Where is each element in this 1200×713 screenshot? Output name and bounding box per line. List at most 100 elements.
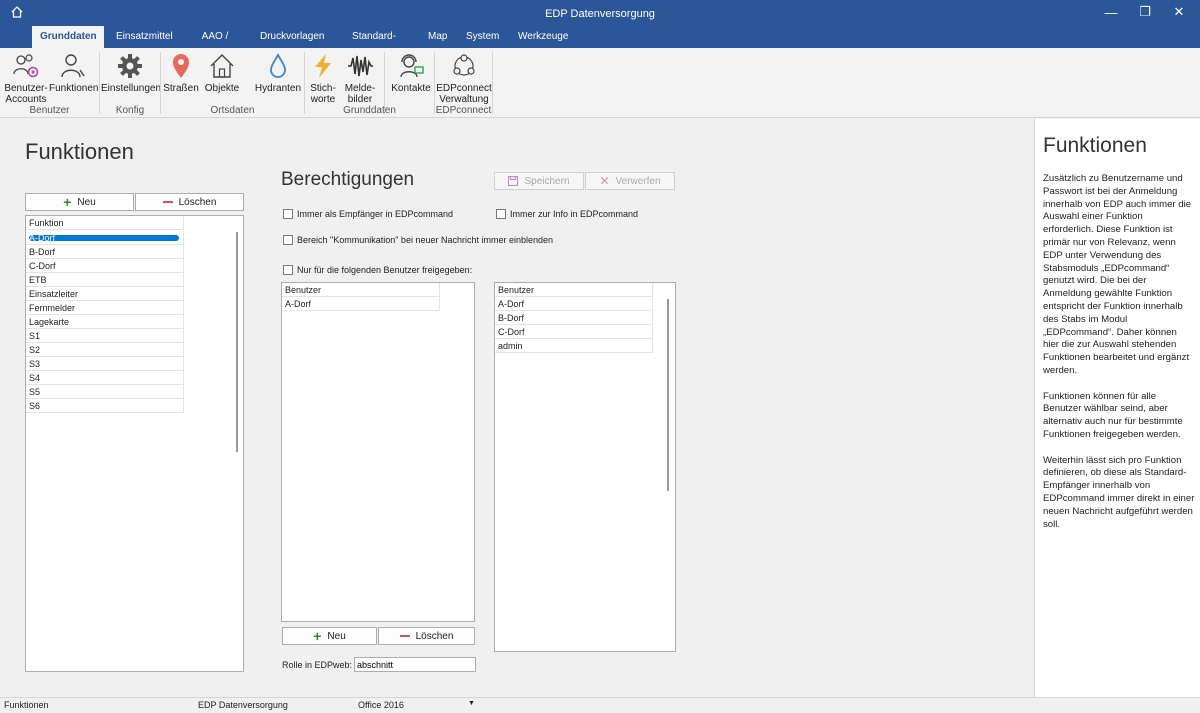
function-row[interactable]: B-Dorf — [26, 245, 184, 259]
checkbox[interactable] — [496, 209, 506, 219]
available-users-list[interactable]: Benutzer A-Dorf B-Dorf C-Dorf admin — [494, 282, 676, 652]
strassen-button[interactable]: Straßen — [162, 52, 200, 104]
functions-list[interactable]: Funktion A-Dorf B-Dorf C-Dorf ETB Einsat… — [25, 215, 244, 672]
tab-aao-alarm[interactable]: AAO / Alarm — [180, 26, 250, 64]
main-panel: Funktionen + Neu Löschen Funktion A-Dorf… — [0, 119, 1034, 697]
available-user-row[interactable]: C-Dorf — [495, 325, 653, 339]
edpconnect-verwaltung-button[interactable]: EDPconnect Verwaltung — [436, 52, 492, 105]
assigned-users-list[interactable]: Benutzer A-Dorf — [281, 282, 475, 622]
function-row-selected[interactable]: A-Dorf — [26, 231, 184, 245]
function-row[interactable]: ETB — [26, 273, 184, 287]
tab-system[interactable]: System — [458, 26, 506, 48]
function-row[interactable]: S5 — [26, 385, 184, 399]
only-users-checkbox[interactable]: Nur für die folgenden Benutzer freigegeb… — [283, 265, 472, 275]
users-scrollbar[interactable] — [667, 299, 669, 491]
button-label: Einstellungen — [101, 83, 162, 94]
title-bar: EDP Datenversorgung — ❐ ✕ Grunddaten Ein… — [0, 0, 1200, 64]
button-label: Funktionen — [49, 83, 99, 94]
button-label: Neu — [77, 196, 96, 208]
checkbox-label: Immer zur Info in EDPcommand — [510, 209, 639, 219]
button-label: Hydranten — [254, 83, 302, 94]
map-pin-icon — [173, 54, 189, 78]
waveform-icon — [348, 55, 373, 77]
function-row[interactable]: S6 — [26, 399, 184, 413]
stichworte-button[interactable]: Stich- worte — [306, 52, 340, 105]
group-label-benutzer: Benutzer — [29, 105, 70, 116]
tab-map[interactable]: Map — [420, 26, 452, 48]
button-label: Objekte — [204, 83, 240, 94]
function-row[interactable]: S3 — [26, 357, 184, 371]
tab-werkzeuge[interactable]: Werkzeuge — [510, 26, 574, 48]
users-gear-icon — [13, 54, 39, 78]
tab-einsatzmittel[interactable]: Einsatzmittel — [108, 26, 180, 48]
chevron-down-icon[interactable]: ▼ — [468, 700, 475, 707]
checkbox[interactable] — [283, 209, 293, 219]
button-label: EDPconnect — [436, 83, 492, 94]
button-label: Straßen — [163, 83, 199, 94]
add-user-button[interactable]: + Neu — [282, 627, 377, 645]
gear-icon — [118, 54, 142, 78]
button-label: Benutzer- — [4, 83, 48, 94]
function-row[interactable]: C-Dorf — [26, 259, 184, 273]
minus-icon — [399, 635, 410, 637]
tab-grunddaten[interactable]: Grunddaten — [32, 26, 104, 48]
button-label: bilder — [347, 94, 373, 105]
discard-button[interactable]: ✕ Verwerfen — [585, 172, 675, 190]
save-button[interactable]: Speichern — [494, 172, 584, 190]
function-row[interactable]: S4 — [26, 371, 184, 385]
lightning-icon — [315, 54, 331, 78]
always-info-checkbox[interactable]: Immer zur Info in EDPcommand — [496, 209, 638, 219]
available-user-row[interactable]: B-Dorf — [495, 311, 653, 325]
tab-druckvorlagen[interactable]: Druckvorlagen — [252, 26, 332, 48]
theme-selector[interactable]: Office 2016 — [358, 700, 404, 710]
role-input[interactable] — [354, 657, 476, 672]
function-row[interactable]: Lagekarte — [26, 315, 184, 329]
role-label: Rolle in EDPweb: — [282, 660, 353, 670]
functions-scrollbar[interactable] — [236, 232, 238, 452]
available-user-row[interactable]: A-Dorf — [495, 297, 653, 311]
meldebilder-button[interactable]: Melde- bilder — [340, 52, 380, 105]
tab-standard-texte[interactable]: Standard-Texte — [334, 26, 414, 64]
help-paragraph: Funktionen können für alle Benutzer wähl… — [1043, 390, 1183, 440]
checkbox[interactable] — [283, 235, 293, 245]
house-icon — [210, 54, 234, 78]
function-row[interactable]: Einsatzleiter — [26, 287, 184, 301]
button-label: Löschen — [415, 630, 454, 642]
function-row[interactable]: S2 — [26, 343, 184, 357]
communication-area-checkbox[interactable]: Bereich "Kommunikation" bei neuer Nachri… — [283, 235, 553, 245]
network-icon — [453, 54, 475, 76]
column-header-benutzer: Benutzer — [282, 283, 440, 297]
status-left: Funktionen — [4, 700, 49, 710]
delete-user-button[interactable]: Löschen — [378, 627, 475, 645]
plus-icon: + — [313, 628, 322, 644]
minimize-button[interactable]: — — [1096, 2, 1126, 22]
assigned-user-row[interactable]: A-Dorf — [282, 297, 440, 311]
checkbox[interactable] — [283, 265, 293, 275]
restore-button[interactable]: ❐ — [1130, 2, 1160, 22]
help-paragraph: Weiterhin lässt sich pro Funktion defini… — [1043, 454, 1195, 530]
kontakte-button[interactable]: Kontakte — [388, 52, 434, 104]
benutzer-accounts-button[interactable]: Benutzer- Accounts — [3, 52, 49, 105]
hydranten-button[interactable]: Hydranten — [254, 52, 302, 104]
window-title: EDP Datenversorgung — [545, 8, 655, 20]
available-user-row[interactable]: admin — [495, 339, 653, 353]
funktionen-button[interactable]: Funktionen — [49, 52, 99, 104]
delete-function-button[interactable]: Löschen — [135, 193, 244, 211]
plus-icon: + — [63, 194, 72, 210]
user-function-icon — [61, 54, 85, 78]
close-icon: ✕ — [599, 174, 610, 188]
column-header-benutzer: Benutzer — [495, 283, 653, 297]
button-label: worte — [310, 94, 336, 105]
function-row[interactable]: Fernmelder — [26, 301, 184, 315]
always-recipient-checkbox[interactable]: Immer als Empfänger in EDPcommand — [283, 209, 453, 219]
button-label: Verwerfen — [615, 175, 661, 187]
ribbon: Benutzer- Accounts Funktionen Einstellun… — [0, 48, 1200, 118]
checkbox-label: Bereich "Kommunikation" bei neuer Nachri… — [297, 235, 554, 245]
close-button[interactable]: ✕ — [1164, 2, 1194, 22]
add-function-button[interactable]: + Neu — [25, 193, 134, 211]
objekte-button[interactable]: Objekte — [202, 52, 242, 104]
einstellungen-button[interactable]: Einstellungen — [101, 52, 162, 104]
button-label: Löschen — [178, 196, 217, 208]
save-icon — [508, 176, 519, 186]
function-row[interactable]: S1 — [26, 329, 184, 343]
